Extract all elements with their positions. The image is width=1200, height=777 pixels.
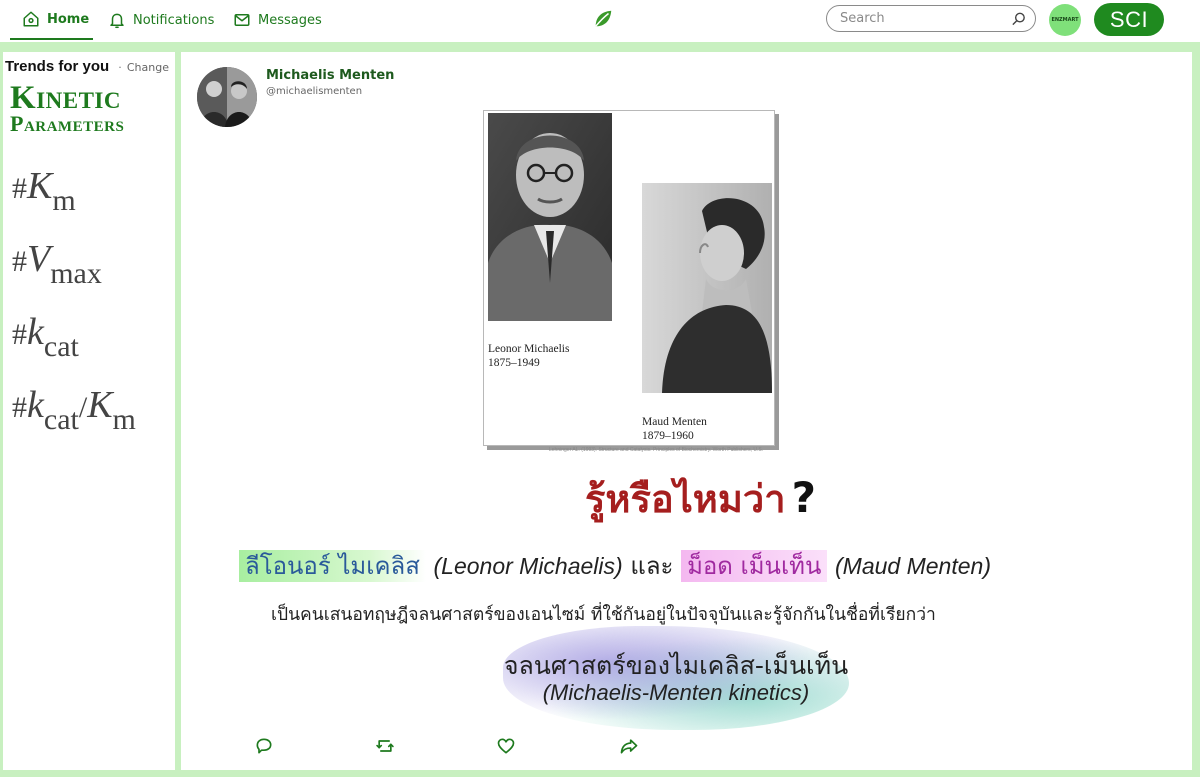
hashtag-base-2: K <box>87 384 113 426</box>
nav-messages-label: Messages <box>258 12 322 28</box>
retweet-button[interactable] <box>375 736 397 758</box>
hashtag-subscript: max <box>50 257 102 290</box>
hashtag-symbol: # <box>12 391 27 424</box>
menten-thai-name: ม็อด เม็นเท็น <box>681 550 828 582</box>
nav-notifications-label: Notifications <box>133 12 215 28</box>
menten-portrait-image <box>642 183 772 393</box>
reply-icon <box>256 738 272 754</box>
post-author-name[interactable]: Michaelis Menten <box>266 68 394 83</box>
michaelis-caption-name: Leonor Michaelis <box>488 343 570 355</box>
author-avatar[interactable] <box>197 67 257 127</box>
author-portrait-image <box>197 67 257 127</box>
did-you-know-heading: รู้หรือไหมว่า? <box>585 468 816 529</box>
nav-notifications-tab[interactable]: Notifications <box>108 0 214 40</box>
profile-avatar[interactable]: ENZMART <box>1049 4 1081 36</box>
retweet-icon <box>376 740 394 752</box>
post-card: Michaelis Menten @michaelismenten Leonor… <box>181 52 1192 770</box>
scientists-names-line: ลีโอนอร์ ไมเคลิส (Leonor Michaelis) และ … <box>239 546 1119 585</box>
michaelis-english-name: (Leonor Michaelis) <box>433 553 623 579</box>
hashtag-symbol: # <box>12 245 27 278</box>
hashtag-subscript: m <box>52 184 76 217</box>
hashtag-base: K <box>27 165 53 207</box>
bell-icon <box>110 13 124 29</box>
question-mark: ? <box>791 473 816 522</box>
hashtag-slash: / <box>78 391 88 424</box>
hashtag-subscript: cat <box>43 403 79 436</box>
menten-caption-years: 1879–1960 <box>642 430 694 442</box>
home-icon <box>23 11 39 27</box>
post-author-handle[interactable]: @michaelismenten <box>266 86 362 97</box>
hashtag-km[interactable]: #Km <box>12 164 76 216</box>
leaf-logo-icon[interactable] <box>592 8 614 30</box>
hashtag-symbol: # <box>12 318 27 351</box>
nav-home-tab[interactable]: Home <box>10 0 93 40</box>
and-word: และ <box>630 552 674 580</box>
michaelis-caption-years: 1875–1949 <box>488 357 540 369</box>
michaelis-portrait <box>488 113 612 321</box>
menten-caption: Maud Menten 1879–1960 <box>642 415 707 443</box>
like-button[interactable] <box>496 736 518 758</box>
heart-icon <box>497 738 515 754</box>
trends-title: Trends for you <box>5 58 110 75</box>
nav-home-label: Home <box>47 11 90 27</box>
michaelis-thai-name: ลีโอนอร์ ไมเคลิส <box>239 550 426 582</box>
kinetics-english-title: (Michaelis-Menten kinetics) <box>542 680 810 705</box>
envelope-icon <box>234 14 250 26</box>
photo-credit: Lehninger AL. (1993). Structure and Cata… <box>549 447 764 453</box>
nav-messages-tab[interactable]: Messages <box>233 0 322 40</box>
search-input[interactable] <box>840 11 1010 26</box>
hashtag-kcat[interactable]: #kcat <box>12 310 79 362</box>
kinetic-heading-line2: Parameters <box>10 111 125 136</box>
hashtag-base: k <box>27 384 44 426</box>
trends-change-link[interactable]: Change <box>127 61 169 74</box>
profile-avatar-label: ENZMART <box>1051 17 1079 23</box>
top-navigation-bar: Home Notifications Messages ENZMART SCI <box>0 0 1200 42</box>
michaelis-caption: Leonor Michaelis 1875–1949 <box>488 342 569 370</box>
hashtag-symbol: # <box>12 172 27 205</box>
hashtag-kcat-over-km[interactable]: #kcat/Km <box>12 383 136 435</box>
menten-english-name: (Maud Menten) <box>835 553 991 579</box>
hashtag-base: k <box>27 311 44 353</box>
hashtag-subscript: cat <box>43 330 79 363</box>
sci-button[interactable]: SCI <box>1094 3 1164 36</box>
trends-separator: · <box>118 61 122 74</box>
trends-sidebar: Trends for you · Change Kinetic Paramete… <box>3 52 175 770</box>
historical-photo: Leonor Michaelis 1875–1949 Maud Menten 1… <box>483 110 775 446</box>
hashtag-base: V <box>27 238 51 280</box>
hashtag-subscript-2: m <box>112 403 136 436</box>
menten-caption-name: Maud Menten <box>642 416 707 428</box>
share-button[interactable] <box>619 736 641 758</box>
share-arrow-icon <box>620 739 638 754</box>
theory-description: เป็นคนเสนอทฤษฎีจลนศาสตร์ของเอนไซม์ ที่ใช… <box>271 605 936 625</box>
kinetic-parameters-heading: Kinetic Parameters <box>10 82 172 135</box>
search-icon[interactable] <box>1010 10 1027 28</box>
trends-header: Trends for you · Change <box>5 56 169 75</box>
michaelis-portrait-image <box>488 113 612 321</box>
hashtag-vmax[interactable]: #Vmax <box>12 237 102 289</box>
search-box[interactable] <box>826 5 1036 32</box>
menten-portrait <box>642 183 772 393</box>
did-you-know-text: รู้หรือไหมว่า <box>585 477 786 521</box>
reply-button[interactable] <box>254 736 276 758</box>
